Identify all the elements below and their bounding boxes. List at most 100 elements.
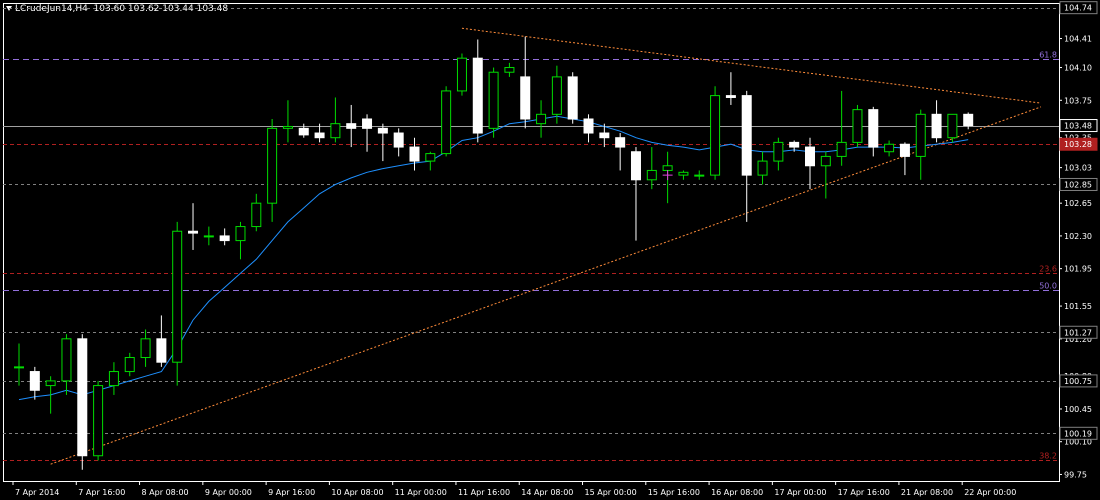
price-badge-label: 100.19 [1064, 429, 1092, 438]
candle-body [441, 90, 452, 155]
candle-body [567, 76, 578, 120]
y-tick-label: 101.95 [1064, 265, 1092, 274]
candle-body [377, 127, 388, 134]
candle-body [235, 226, 246, 242]
candle-body [282, 125, 293, 129]
x-tick-label: 7 Apr 2014 [15, 488, 59, 497]
candle-body [773, 141, 784, 162]
y-tick-label: 104.10 [1064, 64, 1092, 73]
trendline [461, 27, 1042, 104]
candle-body [599, 132, 610, 139]
price-chart[interactable]: LCrudeJun14,H4 103.60 103.62 103.44 103.… [0, 0, 1100, 500]
y-tick-label: 104.41 [1064, 35, 1092, 44]
candle-body [330, 123, 341, 139]
trendline [50, 106, 1042, 465]
x-tick-label: 11 Apr 00:00 [395, 488, 447, 497]
y-tick-label: 101.55 [1064, 302, 1092, 311]
candle-body [140, 338, 151, 359]
x-tick-label: 8 Apr 08:00 [142, 488, 189, 497]
y-tick-label: 103.03 [1064, 164, 1092, 173]
fib-level-label: 23.6 [1039, 265, 1057, 274]
chart-canvas[interactable]: 61.8 23.6 50.0 38.2 104.74 104.41 104.10 103.75… [0, 0, 1100, 500]
candle-body [947, 113, 958, 139]
x-tick-label: 17 Apr 16:00 [838, 488, 890, 497]
candle-body [314, 132, 325, 139]
y-tick-label: 102.30 [1064, 232, 1092, 241]
fib-level-label: 50.0 [1039, 282, 1057, 291]
x-tick-label: 7 Apr 16:00 [78, 488, 125, 497]
candle-body [156, 338, 167, 363]
candle-body [963, 113, 974, 127]
candle-body [124, 357, 135, 373]
candle-body [805, 146, 815, 167]
x-tick-label: 16 Apr 08:00 [711, 488, 763, 497]
candle-body [694, 174, 705, 177]
x-tick-label: 14 Apr 08:00 [521, 488, 573, 497]
price-badge-label: 102.85 [1064, 180, 1092, 189]
candle-body [298, 127, 309, 136]
candle-body [757, 160, 768, 176]
candle-body [108, 371, 119, 387]
candle-body [203, 235, 214, 238]
candle-body [29, 371, 40, 391]
candle-body [868, 109, 879, 148]
candle-body [678, 171, 689, 176]
candle-body [725, 95, 736, 98]
candle-body [884, 143, 895, 153]
x-tick-label: 10 Apr 08:00 [331, 488, 383, 497]
candle-body [61, 338, 72, 382]
candle-body [536, 113, 547, 125]
candle-body [93, 385, 104, 457]
candle-body [646, 169, 657, 181]
candle-body [267, 127, 278, 204]
candle-body [583, 118, 594, 134]
x-tick-label: 9 Apr 16:00 [268, 488, 315, 497]
candle-body [615, 137, 626, 148]
x-tick-label: 15 Apr 00:00 [585, 488, 637, 497]
candle-body [741, 95, 752, 176]
y-tick-label: 100.45 [1064, 405, 1092, 414]
candle-body [630, 151, 641, 181]
candle-body [520, 76, 531, 120]
candle-body [456, 57, 467, 92]
x-tick-label: 11 Apr 16:00 [458, 488, 510, 497]
cross-marker [662, 170, 673, 181]
candle-body [931, 113, 942, 139]
candle-body [488, 71, 499, 129]
candle-body [662, 165, 673, 171]
price-badge-label: 100.75 [1064, 377, 1092, 386]
candle-body [504, 67, 515, 73]
x-tick-label: 9 Apr 00:00 [205, 488, 252, 497]
candle-body [409, 146, 420, 162]
x-tick-label: 21 Apr 08:00 [901, 488, 953, 497]
candle-body [77, 338, 88, 457]
candle-body [551, 76, 562, 115]
candle-body [836, 141, 847, 157]
x-tick-label: 22 Apr 00:00 [964, 488, 1016, 497]
candle-body [14, 366, 24, 369]
price-badge-label: 103.48 [1064, 122, 1092, 131]
candle-body [472, 57, 483, 134]
candle-body [852, 109, 863, 143]
candle-body [820, 155, 831, 167]
y-tick-label: 103.75 [1064, 96, 1092, 105]
price-badge-label: 103.28 [1064, 140, 1092, 149]
candle-body [172, 230, 183, 363]
y-tick-label: 102.65 [1064, 199, 1092, 208]
candle-body [425, 153, 436, 162]
candle-body [188, 230, 199, 234]
candle-body [45, 380, 56, 387]
candle-body [251, 202, 262, 228]
plot-frame [3, 3, 1060, 482]
y-tick-label: 99.75 [1064, 470, 1087, 479]
candle-body [915, 113, 926, 157]
fib-level-label: 38.2 [1039, 452, 1057, 461]
candle-body [346, 123, 357, 129]
candle-body [219, 235, 230, 242]
candle-body [393, 132, 404, 148]
price-badge-label: 101.27 [1064, 328, 1092, 337]
x-tick-label: 17 Apr 00:00 [774, 488, 826, 497]
x-tick-label: 15 Apr 16:00 [648, 488, 700, 497]
fib-level-label: 61.8 [1039, 51, 1057, 60]
candle-body [362, 118, 373, 129]
